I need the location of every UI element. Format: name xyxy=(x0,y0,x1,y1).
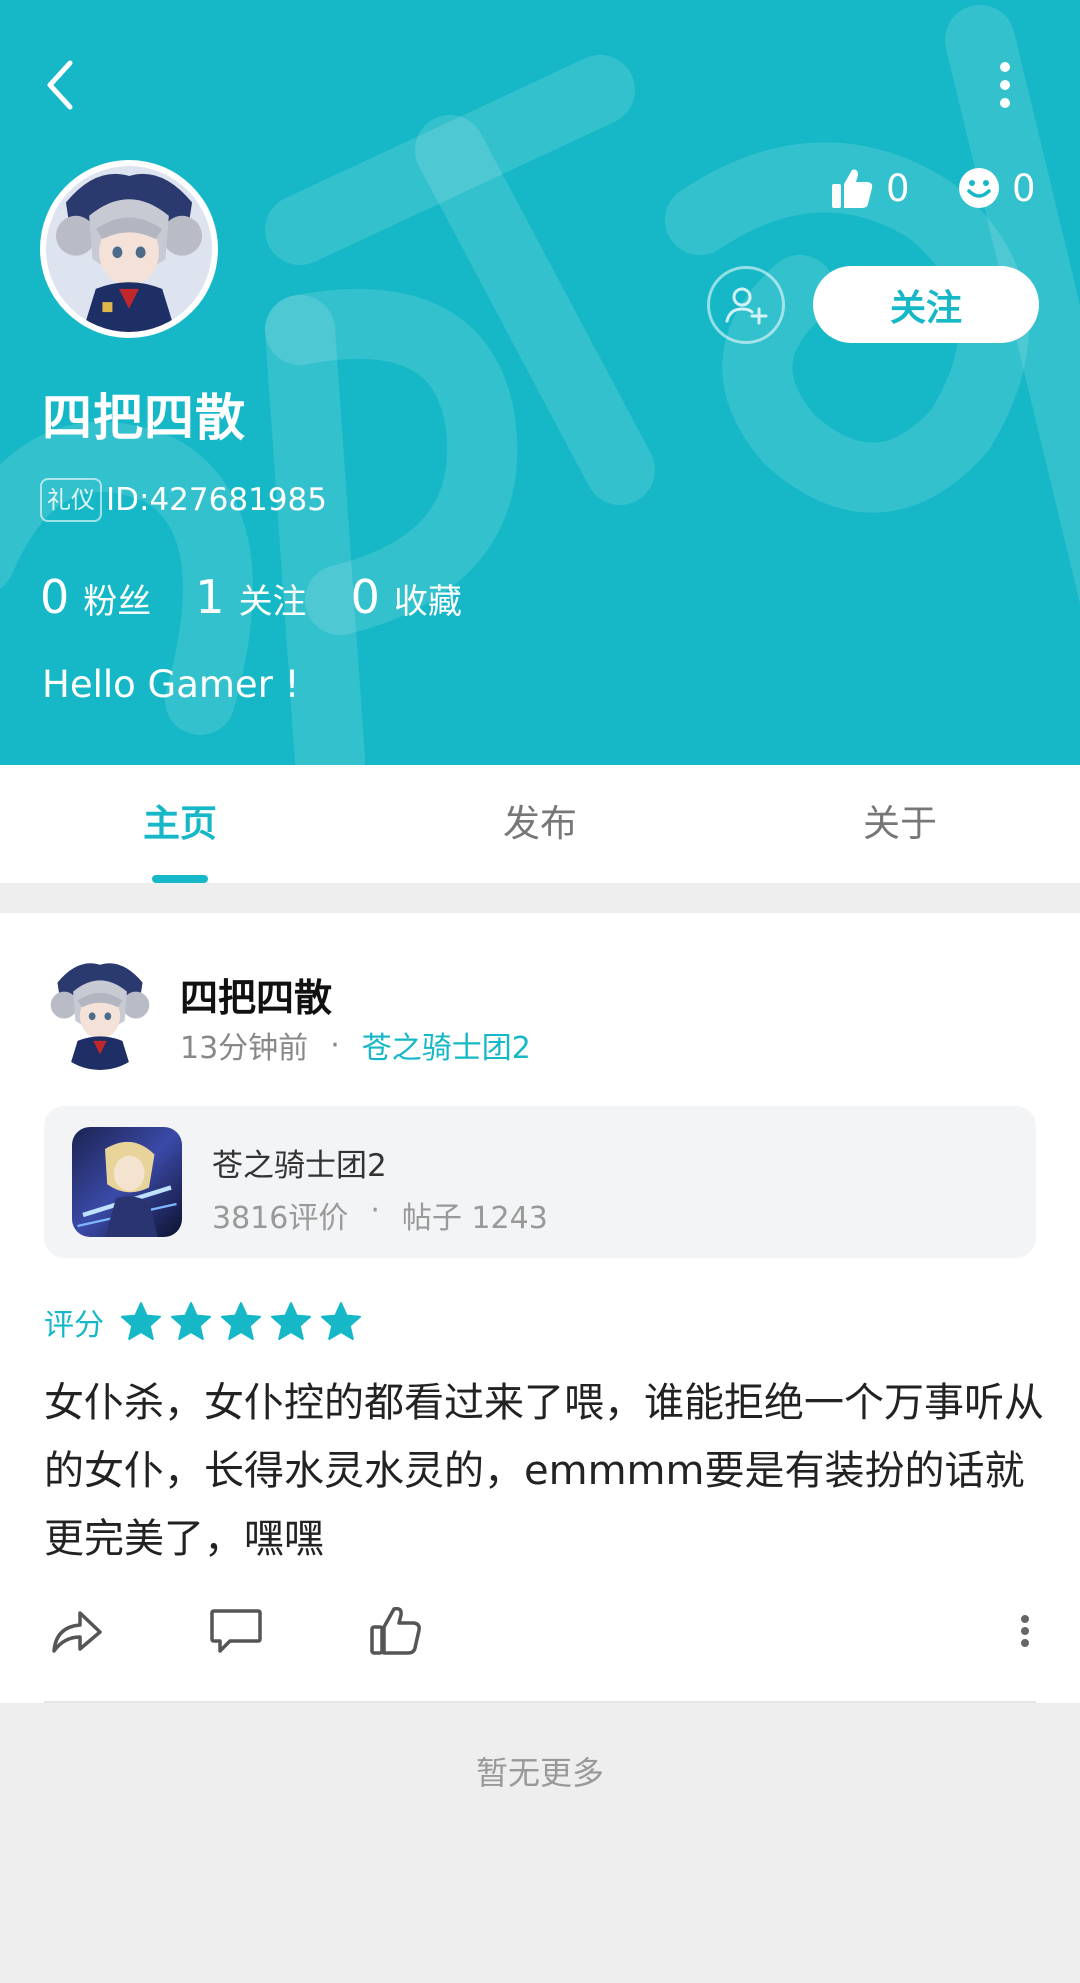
smile-icon xyxy=(959,168,999,208)
like-icon[interactable] xyxy=(368,1603,424,1659)
back-icon[interactable] xyxy=(38,55,88,115)
star-icon xyxy=(271,1302,311,1340)
tab-home[interactable]: 主页 xyxy=(0,765,360,883)
post-divider xyxy=(44,1701,1036,1703)
smile-stat: 0 xyxy=(958,160,1036,216)
user-id: ID:427681985 xyxy=(106,482,327,518)
no-more-text: 暂无更多 xyxy=(475,1754,604,1792)
follow-button[interactable]: 关注 xyxy=(813,266,1039,343)
star-icon xyxy=(221,1302,261,1340)
game-card[interactable]: 苍之骑士团2 3816评价 · 帖子 1243 xyxy=(44,1106,1036,1258)
meta-separator: · xyxy=(330,1027,340,1063)
game-stats-separator: · xyxy=(370,1193,380,1228)
tab-about[interactable]: 关于 xyxy=(720,765,1080,883)
post-card[interactable]: 四把四散 13分钟前 · 苍之骑士团2 苍之骑士团2 3816评价 · 帖子 1… xyxy=(0,913,1080,1703)
post-author-avatar[interactable] xyxy=(44,958,156,1070)
fans-count[interactable]: 0 xyxy=(40,570,69,624)
game-icon xyxy=(72,1127,182,1237)
add-user-icon xyxy=(725,287,768,325)
post-meta: 13分钟前 · 苍之骑士团2 xyxy=(180,1023,531,1067)
avatar-image xyxy=(44,958,156,1070)
star-icon xyxy=(121,1302,161,1340)
more-vertical-icon[interactable] xyxy=(985,55,1025,115)
post-body-text: 女仆杀，女仆控的都看过来了喂，谁能拒绝一个万事听从的女仆，长得水灵水灵的，emm… xyxy=(44,1380,1044,1562)
likes-count: 0 xyxy=(886,166,910,210)
likes-stat: 0 xyxy=(830,160,910,216)
rating-stars xyxy=(120,1301,370,1343)
rating-label: 评分 xyxy=(44,1308,104,1343)
favorites-label[interactable]: 收藏 xyxy=(394,574,462,623)
post-game-link[interactable]: 苍之骑士团2 xyxy=(362,1023,531,1067)
game-cover-image xyxy=(72,1127,182,1237)
profile-tabs: 主页 发布 关于 xyxy=(0,765,1080,883)
following-count[interactable]: 1 xyxy=(195,570,224,624)
id-row: 礼仪 ID:427681985 xyxy=(40,477,327,523)
profile-header: 0 0 关注 四把四散 礼仪 ID:427681985 0 粉丝 1 关注 0 … xyxy=(0,0,1080,765)
avatar-image xyxy=(46,166,212,332)
profile-bio: Hello Gamer ! xyxy=(42,663,300,706)
tab-posts[interactable]: 发布 xyxy=(360,765,720,883)
game-reviews: 3816评价 xyxy=(212,1201,349,1236)
profile-avatar[interactable] xyxy=(40,160,218,338)
thumbs-up-icon xyxy=(832,169,873,208)
post-more-icon[interactable] xyxy=(1010,1603,1040,1659)
post-time: 13分钟前 xyxy=(180,1031,309,1066)
comment-icon[interactable] xyxy=(208,1603,264,1659)
user-tag-badge: 礼仪 xyxy=(40,478,102,522)
profile-username: 四把四散 xyxy=(42,389,246,447)
star-icon xyxy=(321,1302,361,1340)
game-posts: 帖子 1243 xyxy=(401,1201,548,1236)
share-icon[interactable] xyxy=(48,1603,104,1659)
game-stats: 3816评价 · 帖子 1243 xyxy=(212,1193,548,1237)
following-label[interactable]: 关注 xyxy=(239,574,307,623)
game-name: 苍之骑士团2 xyxy=(212,1148,387,1184)
favorites-count[interactable]: 0 xyxy=(351,570,380,624)
profile-counts: 0 粉丝 1 关注 0 收藏 xyxy=(40,570,506,624)
star-icon xyxy=(171,1302,211,1340)
post-author-name[interactable]: 四把四散 xyxy=(180,967,332,1022)
fans-label[interactable]: 粉丝 xyxy=(83,574,151,623)
rating-row: 评分 xyxy=(44,1300,370,1344)
add-friend-button[interactable] xyxy=(707,266,785,344)
smile-count: 0 xyxy=(1012,166,1036,210)
post-actions xyxy=(0,1603,1080,1663)
